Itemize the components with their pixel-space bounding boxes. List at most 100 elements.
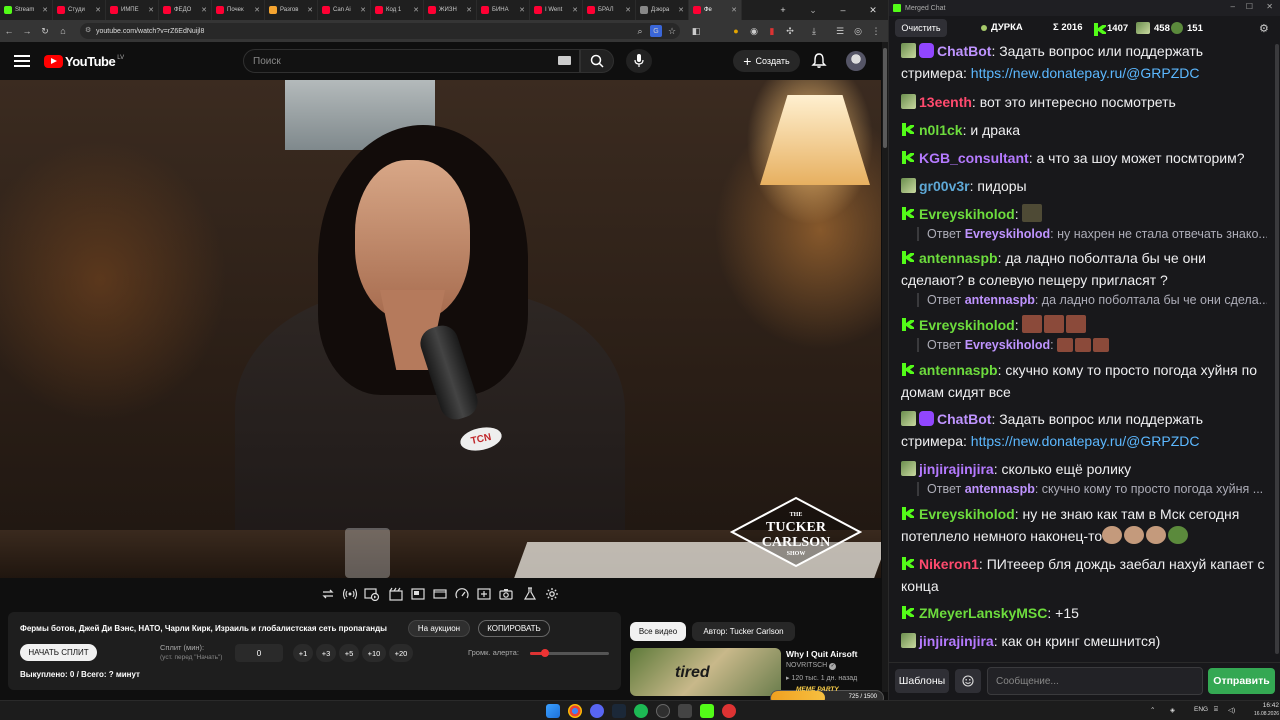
reply-preview[interactable]: Ответ antennaspb: да ладно поболтала бы …: [917, 293, 1267, 307]
tab-close-icon[interactable]: ✕: [42, 6, 48, 14]
tab-close-icon[interactable]: ✕: [572, 6, 578, 14]
browser-tab[interactable]: Can Ai ✕: [318, 0, 371, 20]
volume-icon[interactable]: ◁): [1228, 706, 1235, 714]
page-scrollbar-thumb[interactable]: [883, 48, 887, 148]
obs-icon[interactable]: [656, 704, 670, 718]
discord-icon[interactable]: [590, 704, 604, 718]
step-plus-3-button[interactable]: +3: [316, 644, 336, 662]
browser-tab[interactable]: Фе ✕: [689, 0, 742, 20]
start-windows-icon[interactable]: [546, 704, 560, 718]
chat-scrollbar-thumb[interactable]: [1275, 44, 1279, 654]
app-icon-1[interactable]: [678, 704, 692, 718]
chat-nick[interactable]: gr00v3r: [919, 178, 970, 194]
extension-icon-4[interactable]: ▮: [766, 25, 778, 37]
chat-nick[interactable]: KGB_consultant: [919, 150, 1029, 166]
browser-tab[interactable]: ЖИЗН ✕: [424, 0, 477, 20]
browser-tab[interactable]: Дзюра ✕: [636, 0, 689, 20]
clapperboard-icon[interactable]: [388, 586, 404, 602]
browser-tab[interactable]: Stream ✕: [0, 0, 53, 20]
tab-close-icon[interactable]: ✕: [678, 6, 684, 14]
tab-author[interactable]: Автор: Tucker Carlson: [692, 622, 795, 641]
site-info-icon[interactable]: ⚙: [85, 26, 91, 34]
send-button[interactable]: Отправить: [1208, 668, 1275, 694]
split-minutes-input[interactable]: 0: [235, 644, 283, 662]
chat-close-icon[interactable]: ✕: [1266, 2, 1273, 11]
settings-gear-icon[interactable]: [544, 586, 560, 602]
templates-button[interactable]: Шаблоны: [895, 669, 949, 693]
chat-nick[interactable]: ChatBot: [937, 411, 991, 427]
tab-close-icon[interactable]: ✕: [307, 6, 313, 14]
tab-close-icon[interactable]: ✕: [254, 6, 260, 14]
profile-icon[interactable]: ◎: [852, 25, 864, 37]
tab-close-icon[interactable]: ✕: [201, 6, 207, 14]
step-plus-1-button[interactable]: +1: [293, 644, 313, 662]
translate-icon[interactable]: G: [650, 25, 662, 37]
browser-tab[interactable]: БИНА ✕: [477, 0, 530, 20]
language-indicator[interactable]: ENG: [1194, 706, 1208, 713]
chat-nick[interactable]: Evreyskiholod: [919, 506, 1015, 522]
flask-icon[interactable]: [522, 586, 538, 602]
alert-volume-knob[interactable]: [541, 649, 549, 657]
tab-close-icon[interactable]: ✕: [466, 6, 472, 14]
chat-maximize-icon[interactable]: ☐: [1246, 2, 1253, 11]
related-video-channel[interactable]: NOVRITSCH ✓: [786, 662, 837, 670]
home-icon[interactable]: ⌂: [54, 20, 72, 42]
reload-icon[interactable]: ↻: [36, 20, 54, 42]
tab-search-icon[interactable]: ⌄: [798, 0, 828, 20]
youtube-logo[interactable]: YouTube LV: [44, 54, 124, 69]
bookmark-star-icon[interactable]: ☆: [666, 25, 678, 37]
playlist-play-icon[interactable]: [364, 586, 380, 602]
emoji-button[interactable]: [955, 669, 981, 693]
kick-app-icon[interactable]: [700, 704, 714, 718]
chat-nick[interactable]: antennaspb: [919, 362, 998, 378]
tab-close-icon[interactable]: ✕: [148, 6, 154, 14]
tab-close-icon[interactable]: ✕: [95, 6, 101, 14]
create-button[interactable]: + Создать: [733, 50, 800, 72]
search-button[interactable]: [580, 49, 614, 73]
forward-icon[interactable]: →: [18, 20, 36, 42]
steam-icon[interactable]: [612, 704, 626, 718]
notifications-bell-icon[interactable]: [810, 52, 828, 70]
reply-preview[interactable]: Ответ Evreyskiholod: ну нахрен не стала …: [917, 227, 1267, 241]
chat-nick[interactable]: Evreyskiholod: [919, 206, 1015, 222]
auction-button[interactable]: На аукцион: [408, 620, 470, 637]
close-window-icon[interactable]: ✕: [858, 0, 888, 20]
extension-icon-3[interactable]: ◉: [748, 25, 760, 37]
browser-tab[interactable]: Почек ✕: [212, 0, 265, 20]
new-tab-icon[interactable]: +: [768, 0, 798, 20]
browser-tab[interactable]: Код 1 ✕: [371, 0, 424, 20]
reply-preview[interactable]: Ответ Evreyskiholod:: [917, 338, 1267, 352]
chat-nick[interactable]: Evreyskiholod: [919, 317, 1015, 333]
network-icon[interactable]: ⌸: [1214, 706, 1218, 714]
chat-nick[interactable]: n0l1ck: [919, 122, 963, 138]
url-field[interactable]: ⚙ youtube.com/watch?v=rZ6EdNuijl8: [80, 23, 680, 39]
browser-tab[interactable]: ИМПЕ ✕: [106, 0, 159, 20]
theater-mode-icon[interactable]: [432, 586, 448, 602]
step-plus-20-button[interactable]: +20: [389, 644, 413, 662]
hamburger-menu-icon[interactable]: [14, 53, 30, 67]
search-input[interactable]: Поиск: [243, 49, 580, 73]
chrome-icon[interactable]: [568, 704, 582, 718]
broadcast-icon[interactable]: [342, 586, 358, 602]
speedometer-icon[interactable]: [454, 586, 470, 602]
clock[interactable]: 16:42 16.08.2026: [1254, 701, 1279, 719]
chat-nick[interactable]: antennaspb: [919, 250, 998, 266]
chat-settings-gear-icon[interactable]: ⚙: [1259, 22, 1269, 35]
puzzle-icon[interactable]: ✣: [784, 25, 796, 37]
chat-message-list[interactable]: ChatBot: Задать вопрос или поддержать ст…: [889, 40, 1274, 660]
avatar[interactable]: [846, 51, 866, 71]
app-icon-2[interactable]: [722, 704, 736, 718]
copy-button[interactable]: КОПИРОВАТЬ: [478, 620, 550, 637]
spotify-icon[interactable]: [634, 704, 648, 718]
minimize-icon[interactable]: –: [828, 0, 858, 20]
clear-chat-button[interactable]: Очистить: [895, 19, 947, 37]
add-clip-icon[interactable]: [476, 586, 492, 602]
chat-nick[interactable]: ZMeyerLanskyMSC: [919, 605, 1047, 621]
browser-tab[interactable]: Разгов ✕: [265, 0, 318, 20]
voice-search-button[interactable]: [626, 49, 652, 73]
tray-chevron-icon[interactable]: ⌃: [1150, 706, 1155, 714]
chat-minimize-icon[interactable]: –: [1231, 2, 1235, 11]
chat-nick[interactable]: jinjirajinjira: [919, 633, 994, 649]
tab-close-icon[interactable]: ✕: [519, 6, 525, 14]
extension-icon[interactable]: ◧: [690, 25, 702, 37]
